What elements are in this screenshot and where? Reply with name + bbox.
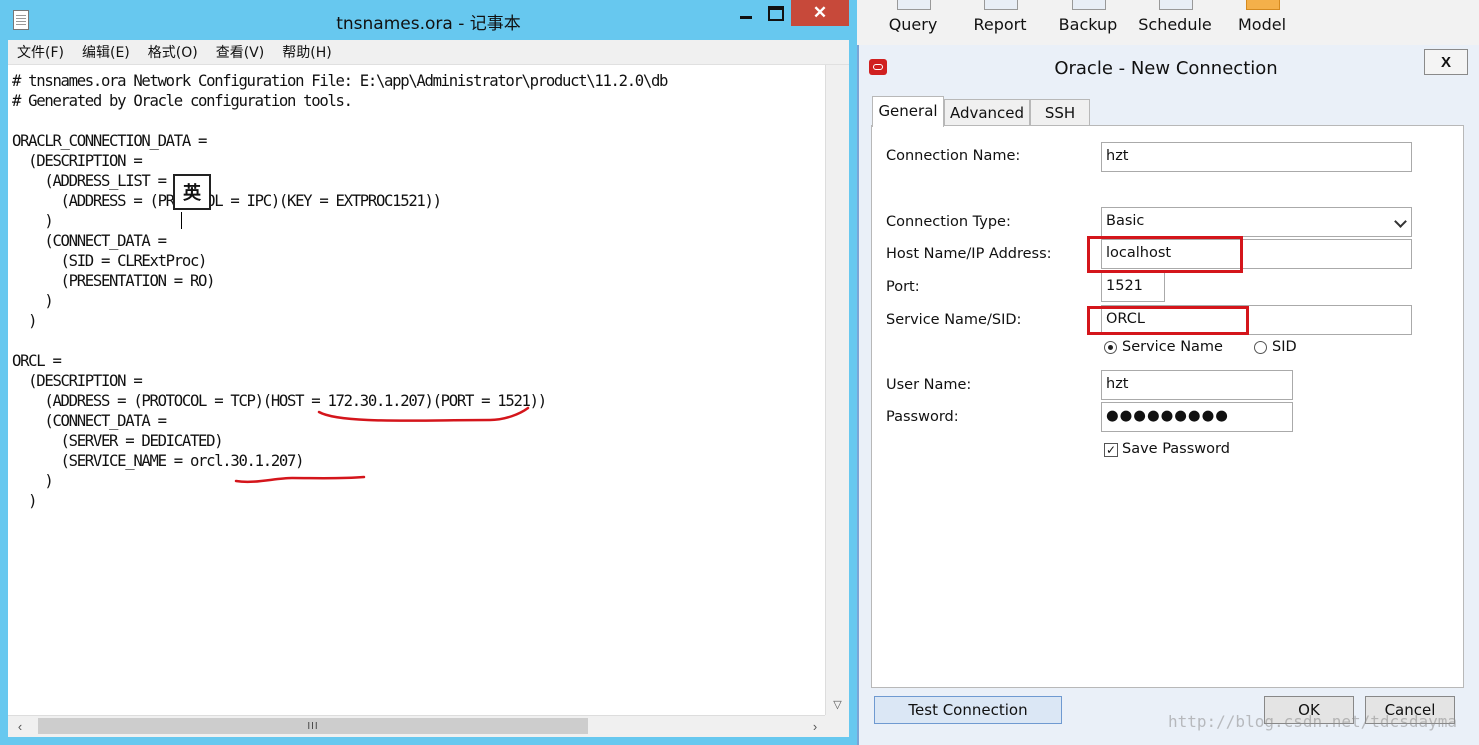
tab-general[interactable]: General bbox=[872, 96, 944, 127]
watermark: http://blog.csdn.net/tdcsdayma bbox=[1168, 712, 1457, 731]
annotation-underlines bbox=[234, 406, 530, 484]
service-name-underline bbox=[234, 475, 366, 484]
host-underline bbox=[317, 406, 530, 422]
